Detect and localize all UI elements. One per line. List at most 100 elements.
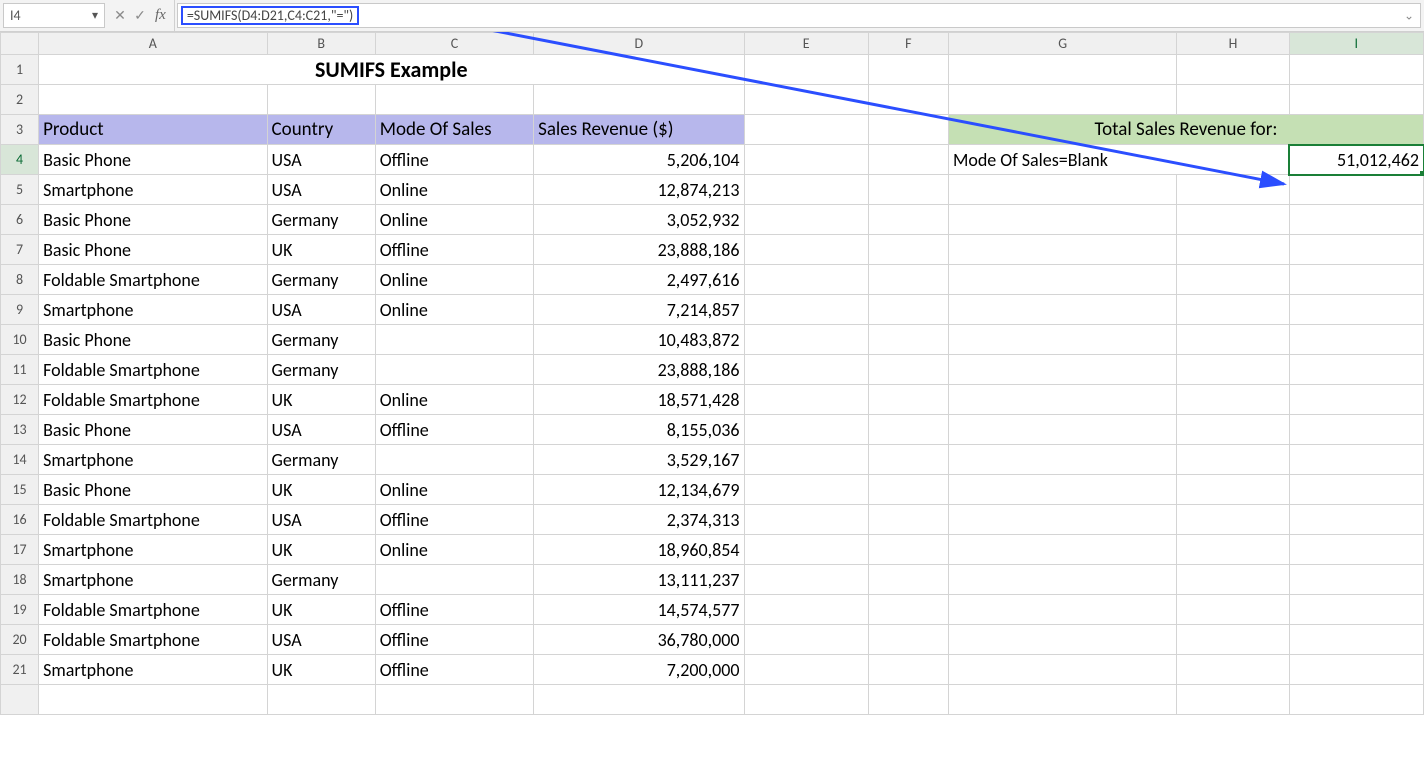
row-header[interactable]: 11 [1,355,39,385]
cell-mode[interactable] [375,445,533,475]
cell-mode[interactable] [375,355,533,385]
cell[interactable] [1289,295,1423,325]
cell[interactable] [744,265,868,295]
cell-product[interactable]: Foldable Smartphone [39,505,267,535]
cell-mode[interactable]: Offline [375,625,533,655]
expand-formula-bar-icon[interactable]: ⌄ [1404,8,1414,23]
cell-revenue[interactable]: 2,374,313 [534,505,744,535]
cell[interactable] [1289,55,1423,85]
cell[interactable] [1177,445,1289,475]
formula-input[interactable]: =SUMIFS(D4:D21,C4:C21,"=") ⌄ [177,3,1421,28]
cell[interactable] [1177,655,1289,685]
cell[interactable] [1289,505,1423,535]
cell-revenue[interactable]: 12,874,213 [534,175,744,205]
row-header[interactable]: 16 [1,505,39,535]
side-header[interactable]: Total Sales Revenue for: [948,115,1423,145]
row-header[interactable]: 15 [1,475,39,505]
col-header-F[interactable]: F [868,33,948,55]
cell[interactable] [744,535,868,565]
cell-product[interactable]: Foldable Smartphone [39,385,267,415]
cell-product[interactable]: Smartphone [39,655,267,685]
cell[interactable] [744,115,868,145]
cell-revenue[interactable]: 5,206,104 [534,145,744,175]
cell-product[interactable]: Smartphone [39,565,267,595]
cell[interactable] [868,55,948,85]
cell[interactable] [1177,295,1289,325]
cell[interactable] [868,295,948,325]
cell-product[interactable]: Smartphone [39,295,267,325]
row-header[interactable]: 17 [1,535,39,565]
cell[interactable] [534,685,744,715]
cell-product[interactable]: Basic Phone [39,235,267,265]
row-header[interactable]: 2 [1,85,39,115]
cell-country[interactable]: UK [267,235,375,265]
header-revenue[interactable]: Sales Revenue ($) [534,115,744,145]
row-header[interactable]: 7 [1,235,39,265]
cell[interactable] [1289,385,1423,415]
cell-revenue[interactable]: 23,888,186 [534,235,744,265]
cell[interactable] [948,205,1176,235]
cell[interactable] [1289,625,1423,655]
row-header[interactable]: 14 [1,445,39,475]
accept-icon[interactable]: ✓ [131,7,149,24]
cell[interactable] [948,415,1176,445]
spreadsheet-grid[interactable]: A B C D E F G H I 1SUMIFS Example23Produ… [0,32,1424,757]
cell[interactable] [744,565,868,595]
cell[interactable] [744,655,868,685]
cell[interactable] [948,505,1176,535]
row-header[interactable]: 19 [1,595,39,625]
cell[interactable] [1177,595,1289,625]
cell-mode[interactable]: Offline [375,145,533,175]
cell[interactable] [744,205,868,235]
cell[interactable] [744,295,868,325]
cell[interactable] [868,115,948,145]
cell[interactable] [868,235,948,265]
cell[interactable] [1177,265,1289,295]
cell[interactable] [1177,685,1289,715]
cell-country[interactable]: UK [267,535,375,565]
cell-country[interactable]: Germany [267,265,375,295]
cell[interactable] [948,655,1176,685]
cell-mode[interactable]: Online [375,475,533,505]
cell-country[interactable]: Germany [267,445,375,475]
cell[interactable] [1289,685,1423,715]
cell-mode[interactable]: Online [375,175,533,205]
cell[interactable] [868,175,948,205]
row-header[interactable]: 1 [1,55,39,85]
cell-product[interactable]: Basic Phone [39,415,267,445]
cell[interactable] [39,685,267,715]
cell-country[interactable]: USA [267,295,375,325]
cell[interactable] [1289,565,1423,595]
cell-country[interactable]: Germany [267,205,375,235]
header-product[interactable]: Product [39,115,267,145]
cell[interactable] [948,445,1176,475]
cell[interactable] [868,355,948,385]
row-header[interactable]: 12 [1,385,39,415]
header-mode[interactable]: Mode Of Sales [375,115,533,145]
row-header[interactable] [1,685,39,715]
cell[interactable] [948,535,1176,565]
cell-country[interactable]: UK [267,655,375,685]
cell-product[interactable]: Smartphone [39,445,267,475]
cell[interactable] [744,475,868,505]
cell[interactable] [1177,175,1289,205]
cell[interactable] [868,265,948,295]
col-header-E[interactable]: E [744,33,868,55]
cell-product[interactable]: Foldable Smartphone [39,625,267,655]
cell[interactable] [1177,535,1289,565]
row-header[interactable]: 3 [1,115,39,145]
cell[interactable] [1177,415,1289,445]
cell[interactable] [1177,475,1289,505]
cell-revenue[interactable]: 10,483,872 [534,325,744,355]
cell[interactable] [948,55,1176,85]
cell-product[interactable]: Basic Phone [39,145,267,175]
cell-product[interactable]: Basic Phone [39,475,267,505]
row-header[interactable]: 10 [1,325,39,355]
cell-country[interactable]: USA [267,505,375,535]
cell[interactable] [1289,535,1423,565]
cell[interactable] [868,655,948,685]
row-header[interactable]: 6 [1,205,39,235]
col-header-I[interactable]: I [1289,33,1423,55]
cell[interactable] [39,85,267,115]
cell[interactable] [1177,625,1289,655]
